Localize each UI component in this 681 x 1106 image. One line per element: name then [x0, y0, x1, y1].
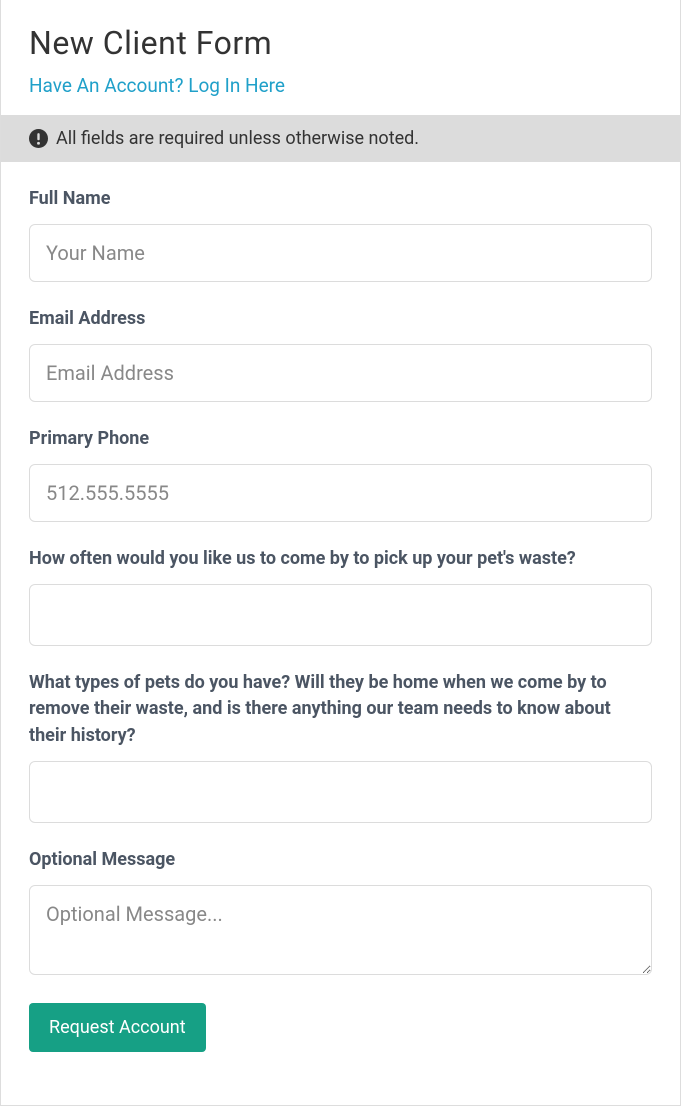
pet-info-group: What types of pets do you have? Will the…	[29, 670, 652, 822]
frequency-input[interactable]	[29, 584, 652, 646]
notice-text: All fields are required unless otherwise…	[56, 128, 419, 149]
email-label: Email Address	[29, 306, 652, 332]
email-group: Email Address	[29, 306, 652, 402]
login-link[interactable]: Have An Account? Log In Here	[29, 74, 285, 97]
message-textarea[interactable]	[29, 885, 652, 975]
request-account-button[interactable]: Request Account	[29, 1003, 206, 1052]
frequency-label: How often would you like us to come by t…	[29, 546, 652, 572]
pet-info-input[interactable]	[29, 761, 652, 823]
full-name-group: Full Name	[29, 186, 652, 282]
phone-group: Primary Phone	[29, 426, 652, 522]
notice-bar: All fields are required unless otherwise…	[1, 115, 680, 162]
frequency-group: How often would you like us to come by t…	[29, 546, 652, 646]
pet-info-label: What types of pets do you have? Will the…	[29, 670, 652, 748]
phone-input[interactable]	[29, 464, 652, 522]
form-container: New Client Form Have An Account? Log In …	[0, 0, 681, 1106]
message-group: Optional Message	[29, 847, 652, 979]
message-label: Optional Message	[29, 847, 652, 873]
email-input[interactable]	[29, 344, 652, 402]
full-name-input[interactable]	[29, 224, 652, 282]
full-name-label: Full Name	[29, 186, 652, 212]
form-section: Full Name Email Address Primary Phone Ho…	[1, 162, 680, 1076]
phone-label: Primary Phone	[29, 426, 652, 452]
header-section: New Client Form Have An Account? Log In …	[1, 0, 680, 115]
exclamation-circle-icon	[29, 129, 48, 148]
page-title: New Client Form	[29, 24, 652, 62]
